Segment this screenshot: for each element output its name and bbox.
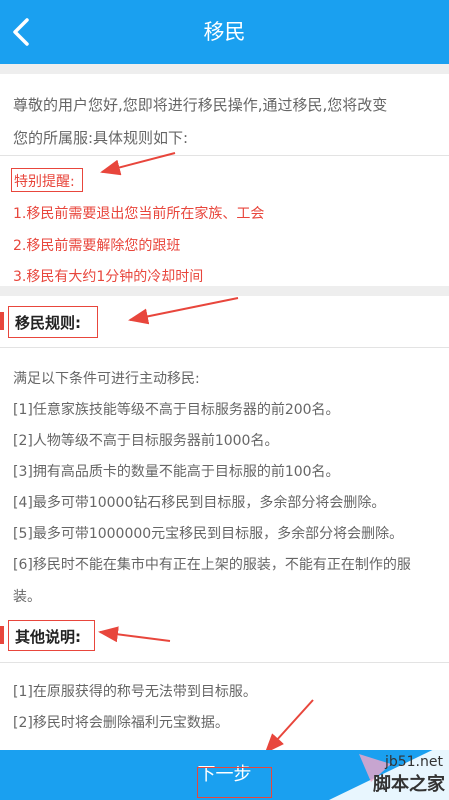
section-gap bbox=[0, 64, 449, 74]
reminder-item: 1.移民前需要退出您当前所在家族、工会 bbox=[13, 206, 265, 222]
other-item: [2]移民时将会删除福利元宝数据。 bbox=[13, 715, 229, 731]
rules-intro: 满足以下条件可进行主动移民: bbox=[13, 371, 200, 387]
rule-item: [5]最多可带1000000元宝移民到目标服，多余部分将会删除。 bbox=[13, 526, 404, 542]
rule-item: [6]移民时不能在集市中有正在上架的服装，不能有正在制作的服 bbox=[13, 557, 411, 573]
content-area[interactable]: 尊敬的用户您好,您即将进行移民操作,通过移民,您将改变 您的所属服:具体规则如下… bbox=[0, 64, 449, 750]
other-title: 其他说明: bbox=[15, 628, 81, 646]
rule-item: [2]人物等级不高于目标服务器前1000名。 bbox=[13, 433, 279, 449]
watermark-name: 脚本之家 bbox=[373, 774, 445, 795]
annotation-box bbox=[197, 767, 272, 798]
rule-item: 装。 bbox=[13, 589, 41, 605]
divider bbox=[0, 155, 449, 156]
page-title: 移民 bbox=[203, 20, 246, 44]
divider bbox=[0, 347, 449, 348]
reminder-title: 特别提醒: bbox=[14, 174, 75, 190]
divider bbox=[0, 662, 449, 663]
reminder-item: 2.移民前需要解除您的跟班 bbox=[13, 238, 181, 254]
section-gap bbox=[0, 286, 449, 296]
intro-line-2: 您的所属服:具体规则如下: bbox=[13, 129, 189, 147]
section-marker bbox=[0, 626, 4, 644]
rule-item: [1]任意家族技能等级不高于目标服务器的前200名。 bbox=[13, 402, 340, 418]
section-marker bbox=[0, 312, 4, 330]
other-item: [1]在原服获得的称号无法带到目标服。 bbox=[13, 684, 257, 700]
reminder-item: 3.移民有大约1分钟的冷却时间 bbox=[13, 269, 204, 285]
intro-line-1: 尊敬的用户您好,您即将进行移民操作,通过移民,您将改变 bbox=[13, 96, 388, 114]
rule-item: [3]拥有高品质卡的数量不能高于目标服的前100名。 bbox=[13, 464, 340, 480]
watermark: jb51.net 脚本之家 bbox=[299, 742, 449, 800]
rule-item: [4]最多可带10000钻石移民到目标服，多余部分将会删除。 bbox=[13, 495, 386, 511]
watermark-site: jb51.net bbox=[384, 754, 443, 770]
top-bar: 移民 bbox=[0, 0, 449, 64]
rules-title: 移民规则: bbox=[15, 314, 81, 332]
